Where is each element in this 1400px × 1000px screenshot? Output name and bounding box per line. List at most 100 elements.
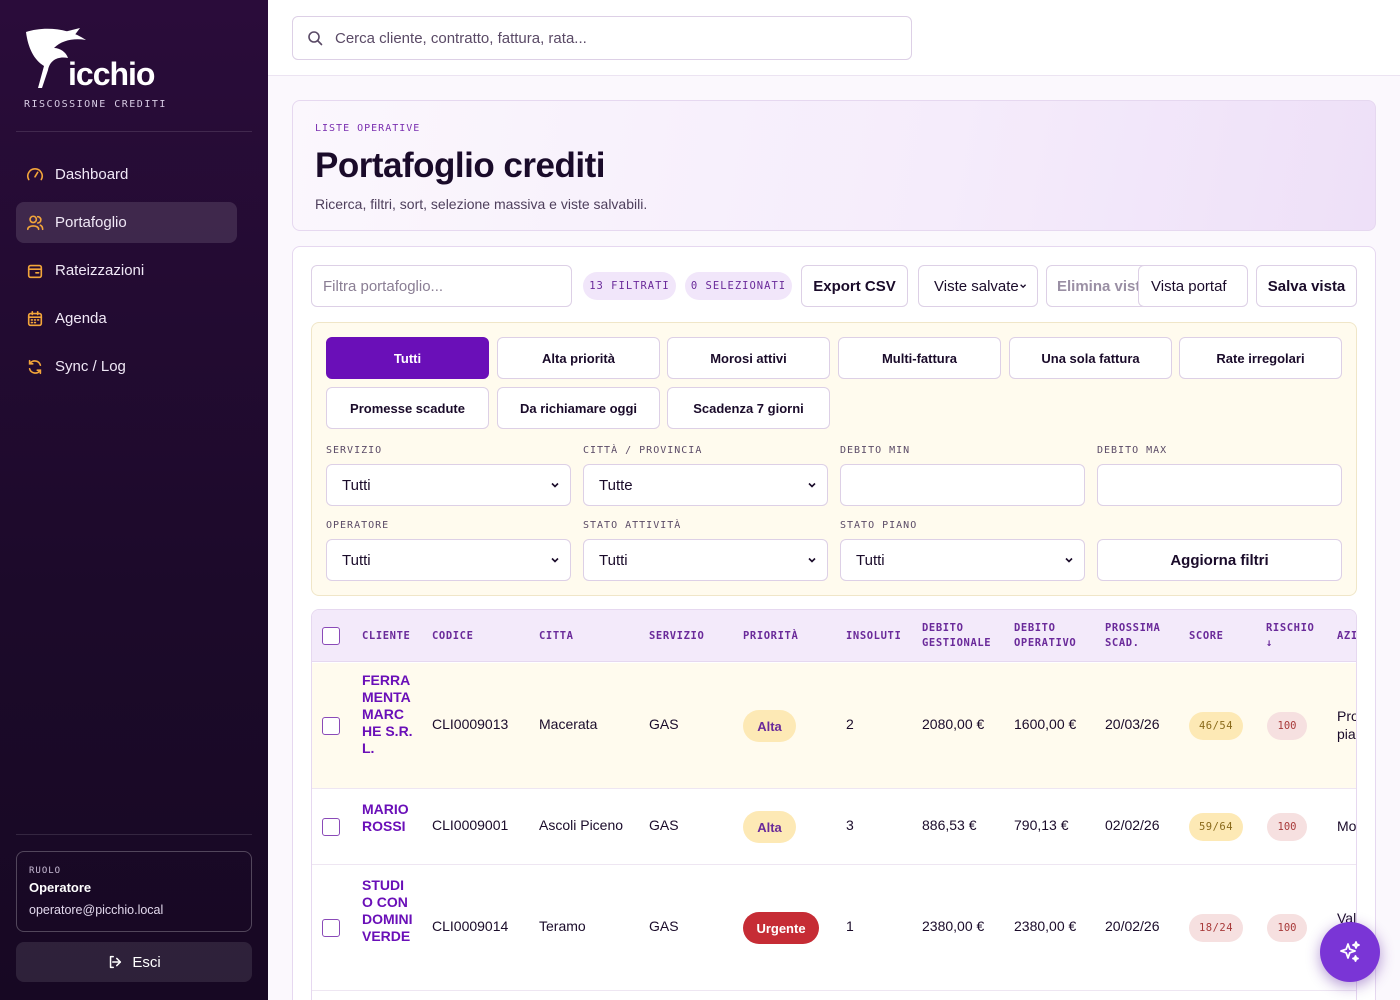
cell-prossima-scad: 20/02/26 (1105, 918, 1160, 934)
gauge-icon (27, 167, 43, 180)
debito-max-input[interactable] (1097, 464, 1342, 506)
column-header-insoluti[interactable]: INSOLUTI (846, 610, 901, 662)
saved-views-select[interactable]: Viste salvate (918, 265, 1038, 307)
cell-citta: Macerata (539, 716, 598, 732)
quick-filter-promesse-scadute[interactable]: Promesse scadute (326, 387, 489, 429)
save-view-button[interactable]: Salva vista (1256, 265, 1357, 307)
sidebar-item-rateizzazioni[interactable]: Rateizzazioni (16, 250, 237, 291)
quick-filter-alta-priorita[interactable]: Alta priorità (497, 337, 660, 379)
client-name-link[interactable]: STUDIO CONDOMINI VERDE (362, 877, 414, 945)
operatore-label: OPERATORE (326, 520, 390, 531)
cell-servizio: GAS (649, 918, 679, 934)
debito-min-input[interactable] (840, 464, 1085, 506)
users-icon (26, 214, 44, 230)
sidebar-item-agenda[interactable]: Agenda (16, 298, 237, 339)
chevron-down-icon (551, 482, 559, 488)
update-filters-button[interactable]: Aggiorna filtri (1097, 539, 1342, 581)
priority-badge: Urgente (743, 912, 819, 944)
column-header-debito-gestionale[interactable]: DEBITO GESTIONALE (922, 610, 1002, 662)
row-checkbox[interactable] (322, 717, 340, 735)
sidebar-divider (16, 131, 252, 132)
sidebar: icchio RISCOSSIONE CREDITI Dashboard Por… (0, 0, 268, 1000)
quick-filter-scadenza-7-giorni[interactable]: Scadenza 7 giorni (667, 387, 830, 429)
risk-badge: 100 (1267, 813, 1307, 841)
table-header: CLIENTE CODICE CITTA SERVIZIO PRIORITÀ I… (312, 610, 1356, 662)
role-name: Operatore (29, 880, 92, 895)
stato-piano-select[interactable]: Tutti (840, 539, 1085, 581)
servizio-select[interactable]: Tutti (326, 464, 571, 506)
cell-debito-gestionale: 2380,00 € (922, 918, 985, 934)
column-header-prossima-scad[interactable]: PROSSIMA SCAD. (1105, 610, 1175, 662)
export-csv-button[interactable]: Export CSV (801, 265, 908, 307)
table-row[interactable]: FERRAMENTA MARCHE S.R.L. CLI0009013 Mace… (312, 663, 1356, 789)
quick-filter-rate-irregolari[interactable]: Rate irregolari (1179, 337, 1342, 379)
debito-max-label: DEBITO MAX (1097, 445, 1168, 456)
table-row[interactable]: MARIO ROSSI CLI0009001 Ascoli Piceno GAS… (312, 789, 1356, 865)
select-all-checkbox[interactable] (322, 627, 340, 645)
cell-insoluti: 3 (846, 817, 854, 833)
search-icon (308, 31, 323, 46)
stato-piano-value: Tutti (856, 551, 885, 569)
column-header-priorita[interactable]: PRIORITÀ (743, 610, 798, 662)
citta-label: CITTÀ / PROVINCIA (583, 445, 703, 456)
brand-subtitle: RISCOSSIONE CREDITI (24, 99, 167, 110)
quick-filter-tutti[interactable]: Tutti (326, 337, 489, 379)
column-header-score[interactable]: SCORE (1189, 610, 1224, 662)
column-header-debito-operativo[interactable]: DEBITO OPERATIVO (1014, 610, 1089, 662)
global-search[interactable] (292, 16, 912, 60)
ai-assistant-button[interactable] (1320, 922, 1380, 982)
column-header-citta[interactable]: CITTA (539, 610, 574, 662)
chevron-down-icon (808, 557, 816, 563)
column-header-codice[interactable]: CODICE (432, 610, 474, 662)
sidebar-item-label: Dashboard (55, 166, 129, 183)
brand-logo[interactable]: icchio (24, 26, 174, 96)
quick-filter-da-richiamare-oggi[interactable]: Da richiamare oggi (497, 387, 660, 429)
cell-codice: CLI0009014 (432, 918, 509, 934)
delete-view-button[interactable]: Elimina vista (1046, 265, 1148, 307)
column-header-servizio[interactable]: SERVIZIO (649, 610, 704, 662)
portfolio-filter-input[interactable] (311, 265, 572, 307)
column-header-rischio[interactable]: RISCHIO ↓ (1266, 610, 1321, 662)
sidebar-item-label: Sync / Log (55, 358, 126, 375)
logout-button[interactable]: Esci (16, 942, 252, 982)
logout-icon (110, 955, 122, 969)
filtered-count-badge: 13 FILTRATI (583, 272, 676, 300)
top-bar (268, 0, 1400, 76)
citta-select[interactable]: Tutte (583, 464, 828, 506)
chevron-down-icon (1065, 557, 1073, 563)
risk-badge: 100 (1267, 914, 1307, 942)
cell-prossima-scad: 20/03/26 (1105, 716, 1160, 732)
quick-filter-multi-fattura[interactable]: Multi-fattura (838, 337, 1001, 379)
sidebar-item-portafoglio[interactable]: Portafoglio (16, 202, 237, 243)
sidebar-divider (16, 834, 252, 835)
column-header-azioni[interactable]: AZI (1337, 610, 1356, 662)
client-name-link[interactable]: MARIO ROSSI (362, 801, 414, 835)
sidebar-item-sync-log[interactable]: Sync / Log (16, 346, 237, 387)
cell-insoluti: 1 (846, 918, 854, 934)
cell-debito-operativo: 2380,00 € (1014, 918, 1077, 934)
debito-min-label: DEBITO MIN (840, 445, 911, 456)
global-search-input[interactable] (335, 29, 895, 47)
client-name-link[interactable]: FERRAMENTA MARCHE S.R.L. (362, 672, 414, 757)
page-subtitle: Ricerca, filtri, sort, selezione massiva… (315, 196, 648, 212)
operatore-select[interactable]: Tutti (326, 539, 571, 581)
row-checkbox[interactable] (322, 919, 340, 937)
logout-label: Esci (132, 953, 161, 971)
stato-attivita-value: Tutti (599, 551, 628, 569)
stato-attivita-select[interactable]: Tutti (583, 539, 828, 581)
cell-servizio: GAS (649, 817, 679, 833)
table-row[interactable]: STUDIO CONDOMINI VERDE CLI0009014 Teramo… (312, 865, 1356, 991)
column-header-cliente[interactable]: CLIENTE (362, 610, 410, 662)
row-action-link[interactable]: Mo (1337, 817, 1356, 835)
page-header: LISTE OPERATIVE Portafoglio crediti Rice… (292, 100, 1376, 231)
cell-codice: CLI0009013 (432, 716, 509, 732)
risk-badge: 100 (1267, 712, 1307, 740)
quick-filter-morosi-attivi[interactable]: Morosi attivi (667, 337, 830, 379)
view-name-input[interactable]: Vista portaf (1138, 265, 1248, 307)
row-checkbox[interactable] (322, 818, 340, 836)
sidebar-item-dashboard[interactable]: Dashboard (16, 154, 237, 195)
row-action-link[interactable]: Pro pia (1337, 707, 1356, 743)
priority-badge: Alta (743, 710, 796, 742)
quick-filter-una-sola-fattura[interactable]: Una sola fattura (1009, 337, 1172, 379)
chevron-down-icon (808, 482, 816, 488)
